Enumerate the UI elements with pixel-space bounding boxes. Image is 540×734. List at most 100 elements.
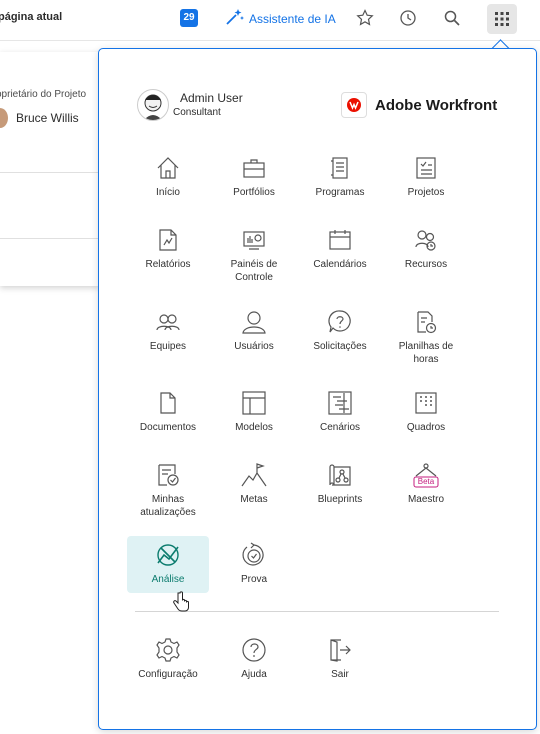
owner-link[interactable]: Bruce Willis — [0, 108, 79, 128]
notification-badge[interactable]: 29 — [180, 9, 198, 27]
owner-name: Bruce Willis — [16, 111, 79, 125]
request-icon — [299, 308, 381, 336]
menu-item-label: Equipes — [149, 341, 187, 352]
menu-item-project[interactable]: Projetos — [385, 154, 467, 199]
menu-item-label: Calendários — [313, 259, 367, 270]
avatar — [0, 108, 8, 128]
menu-item-label: Minhas atualizações — [140, 494, 196, 518]
report-icon — [127, 226, 209, 254]
project-icon — [385, 154, 467, 182]
menu-item-blueprint[interactable]: Blueprints — [299, 461, 381, 506]
menu-item-request[interactable]: Solicitações — [299, 308, 381, 353]
menu-item-teams[interactable]: Equipes — [127, 308, 209, 353]
menu-item-briefcase[interactable]: Portfólios — [213, 154, 295, 199]
template-icon — [213, 389, 295, 417]
project-details-card: oprietário do Projeto Bruce Willis — [0, 52, 100, 286]
menu-item-exit[interactable]: Sair — [299, 636, 381, 681]
menu-item-label: Cenários — [319, 422, 361, 433]
menu-item-calendar[interactable]: Calendários — [299, 226, 381, 271]
workfront-logo-icon — [341, 92, 367, 118]
menu-item-label: Painéis de Controle — [230, 259, 278, 283]
divider — [0, 172, 100, 173]
brand: Adobe Workfront — [341, 92, 497, 118]
menu-item-label: Sair — [331, 669, 349, 680]
briefcase-icon — [213, 154, 295, 182]
menu-item-label: Usuários — [234, 341, 274, 352]
menu-item-analytics[interactable]: Análise — [127, 536, 209, 593]
menu-item-label: Maestro — [407, 494, 445, 505]
owner-label: oprietário do Projeto — [0, 89, 87, 100]
app-grid-icon — [495, 12, 509, 26]
menu-item-scenario[interactable]: Cenários — [299, 389, 381, 434]
history-icon[interactable] — [398, 8, 418, 28]
ai-assistant-button[interactable]: Assistente de IA — [225, 8, 336, 29]
gear-icon — [127, 636, 209, 664]
beta-tag: Beta — [417, 477, 435, 486]
dashboard-icon — [213, 226, 295, 254]
brand-name: Adobe Workfront — [375, 96, 498, 114]
search-icon[interactable] — [442, 8, 462, 28]
menu-item-label: Configuração — [138, 669, 198, 680]
menu-item-label: Blueprints — [317, 494, 363, 505]
menu-item-label: Programas — [315, 187, 365, 198]
menu-item-template[interactable]: Modelos — [213, 389, 295, 434]
menu-item-label: Portfólios — [233, 187, 275, 198]
app-grid-button[interactable] — [487, 4, 517, 34]
breadcrumb[interactable]: página atual — [0, 11, 62, 23]
menu-item-report[interactable]: Relatórios — [127, 226, 209, 271]
proof-icon — [213, 541, 295, 569]
menu-item-maestro[interactable]: Beta Maestro — [385, 461, 467, 506]
help-icon — [213, 636, 295, 664]
menu-item-help[interactable]: Ajuda — [213, 636, 295, 681]
star-icon[interactable] — [355, 8, 375, 28]
exit-icon — [299, 636, 381, 664]
menu-item-home[interactable]: Início — [127, 154, 209, 199]
menu-item-label: Documentos — [139, 422, 197, 433]
ai-assistant-label: Assistente de IA — [249, 11, 336, 26]
menu-item-updates[interactable]: Minhas atualizações — [127, 461, 209, 519]
menu-item-label: Planilhas de horas — [398, 341, 454, 365]
menu-item-label: Quadros — [406, 422, 446, 433]
updates-icon — [127, 461, 209, 489]
menu-item-label: Prova — [240, 574, 268, 585]
menu-item-proof[interactable]: Prova — [213, 541, 295, 586]
menu-item-document[interactable]: Documentos — [127, 389, 209, 434]
program-icon — [299, 154, 381, 182]
sparkle-icon — [225, 8, 245, 29]
user-profile[interactable]: Admin User Consultant — [137, 89, 243, 121]
menu-item-label: Análise — [151, 574, 185, 585]
maestro-icon: Beta — [385, 461, 467, 489]
menu-item-timesheet[interactable]: Planilhas de horas — [385, 308, 467, 366]
menu-item-user[interactable]: Usuários — [213, 308, 295, 353]
hand-cursor-icon — [172, 591, 190, 618]
menu-item-label: Metas — [240, 494, 268, 505]
menu-item-label: Ajuda — [241, 669, 267, 680]
menu-item-label: Recursos — [404, 259, 448, 270]
user-icon — [213, 308, 295, 336]
menu-item-label: Solicitações — [313, 341, 367, 352]
top-bar: página atual 29 Assistente de IA — [0, 0, 540, 41]
menu-item-board[interactable]: Quadros — [385, 389, 467, 434]
main-menu-panel: Admin User Consultant Adobe Workfront In… — [98, 48, 537, 730]
menu-item-resources[interactable]: Recursos — [385, 226, 467, 271]
document-icon — [127, 389, 209, 417]
menu-item-label: Relatórios — [145, 259, 191, 270]
resources-icon — [385, 226, 467, 254]
calendar-icon — [299, 226, 381, 254]
menu-item-program[interactable]: Programas — [299, 154, 381, 199]
user-name: Admin User — [180, 91, 243, 105]
menu-item-goals[interactable]: Metas — [213, 461, 295, 506]
menu-item-dashboard[interactable]: Painéis de Controle — [213, 226, 295, 284]
blueprint-icon — [299, 461, 381, 489]
divider — [0, 238, 100, 239]
menu-item-label: Projetos — [407, 187, 445, 198]
menu-item-label: Modelos — [235, 422, 273, 433]
user-role: Consultant — [173, 107, 221, 118]
teams-icon — [127, 308, 209, 336]
timesheet-icon — [385, 308, 467, 336]
menu-item-gear[interactable]: Configuração — [127, 636, 209, 681]
avatar — [137, 89, 169, 121]
goals-icon — [213, 461, 295, 489]
menu-item-label: Início — [156, 187, 180, 198]
analytics-icon — [127, 541, 209, 569]
